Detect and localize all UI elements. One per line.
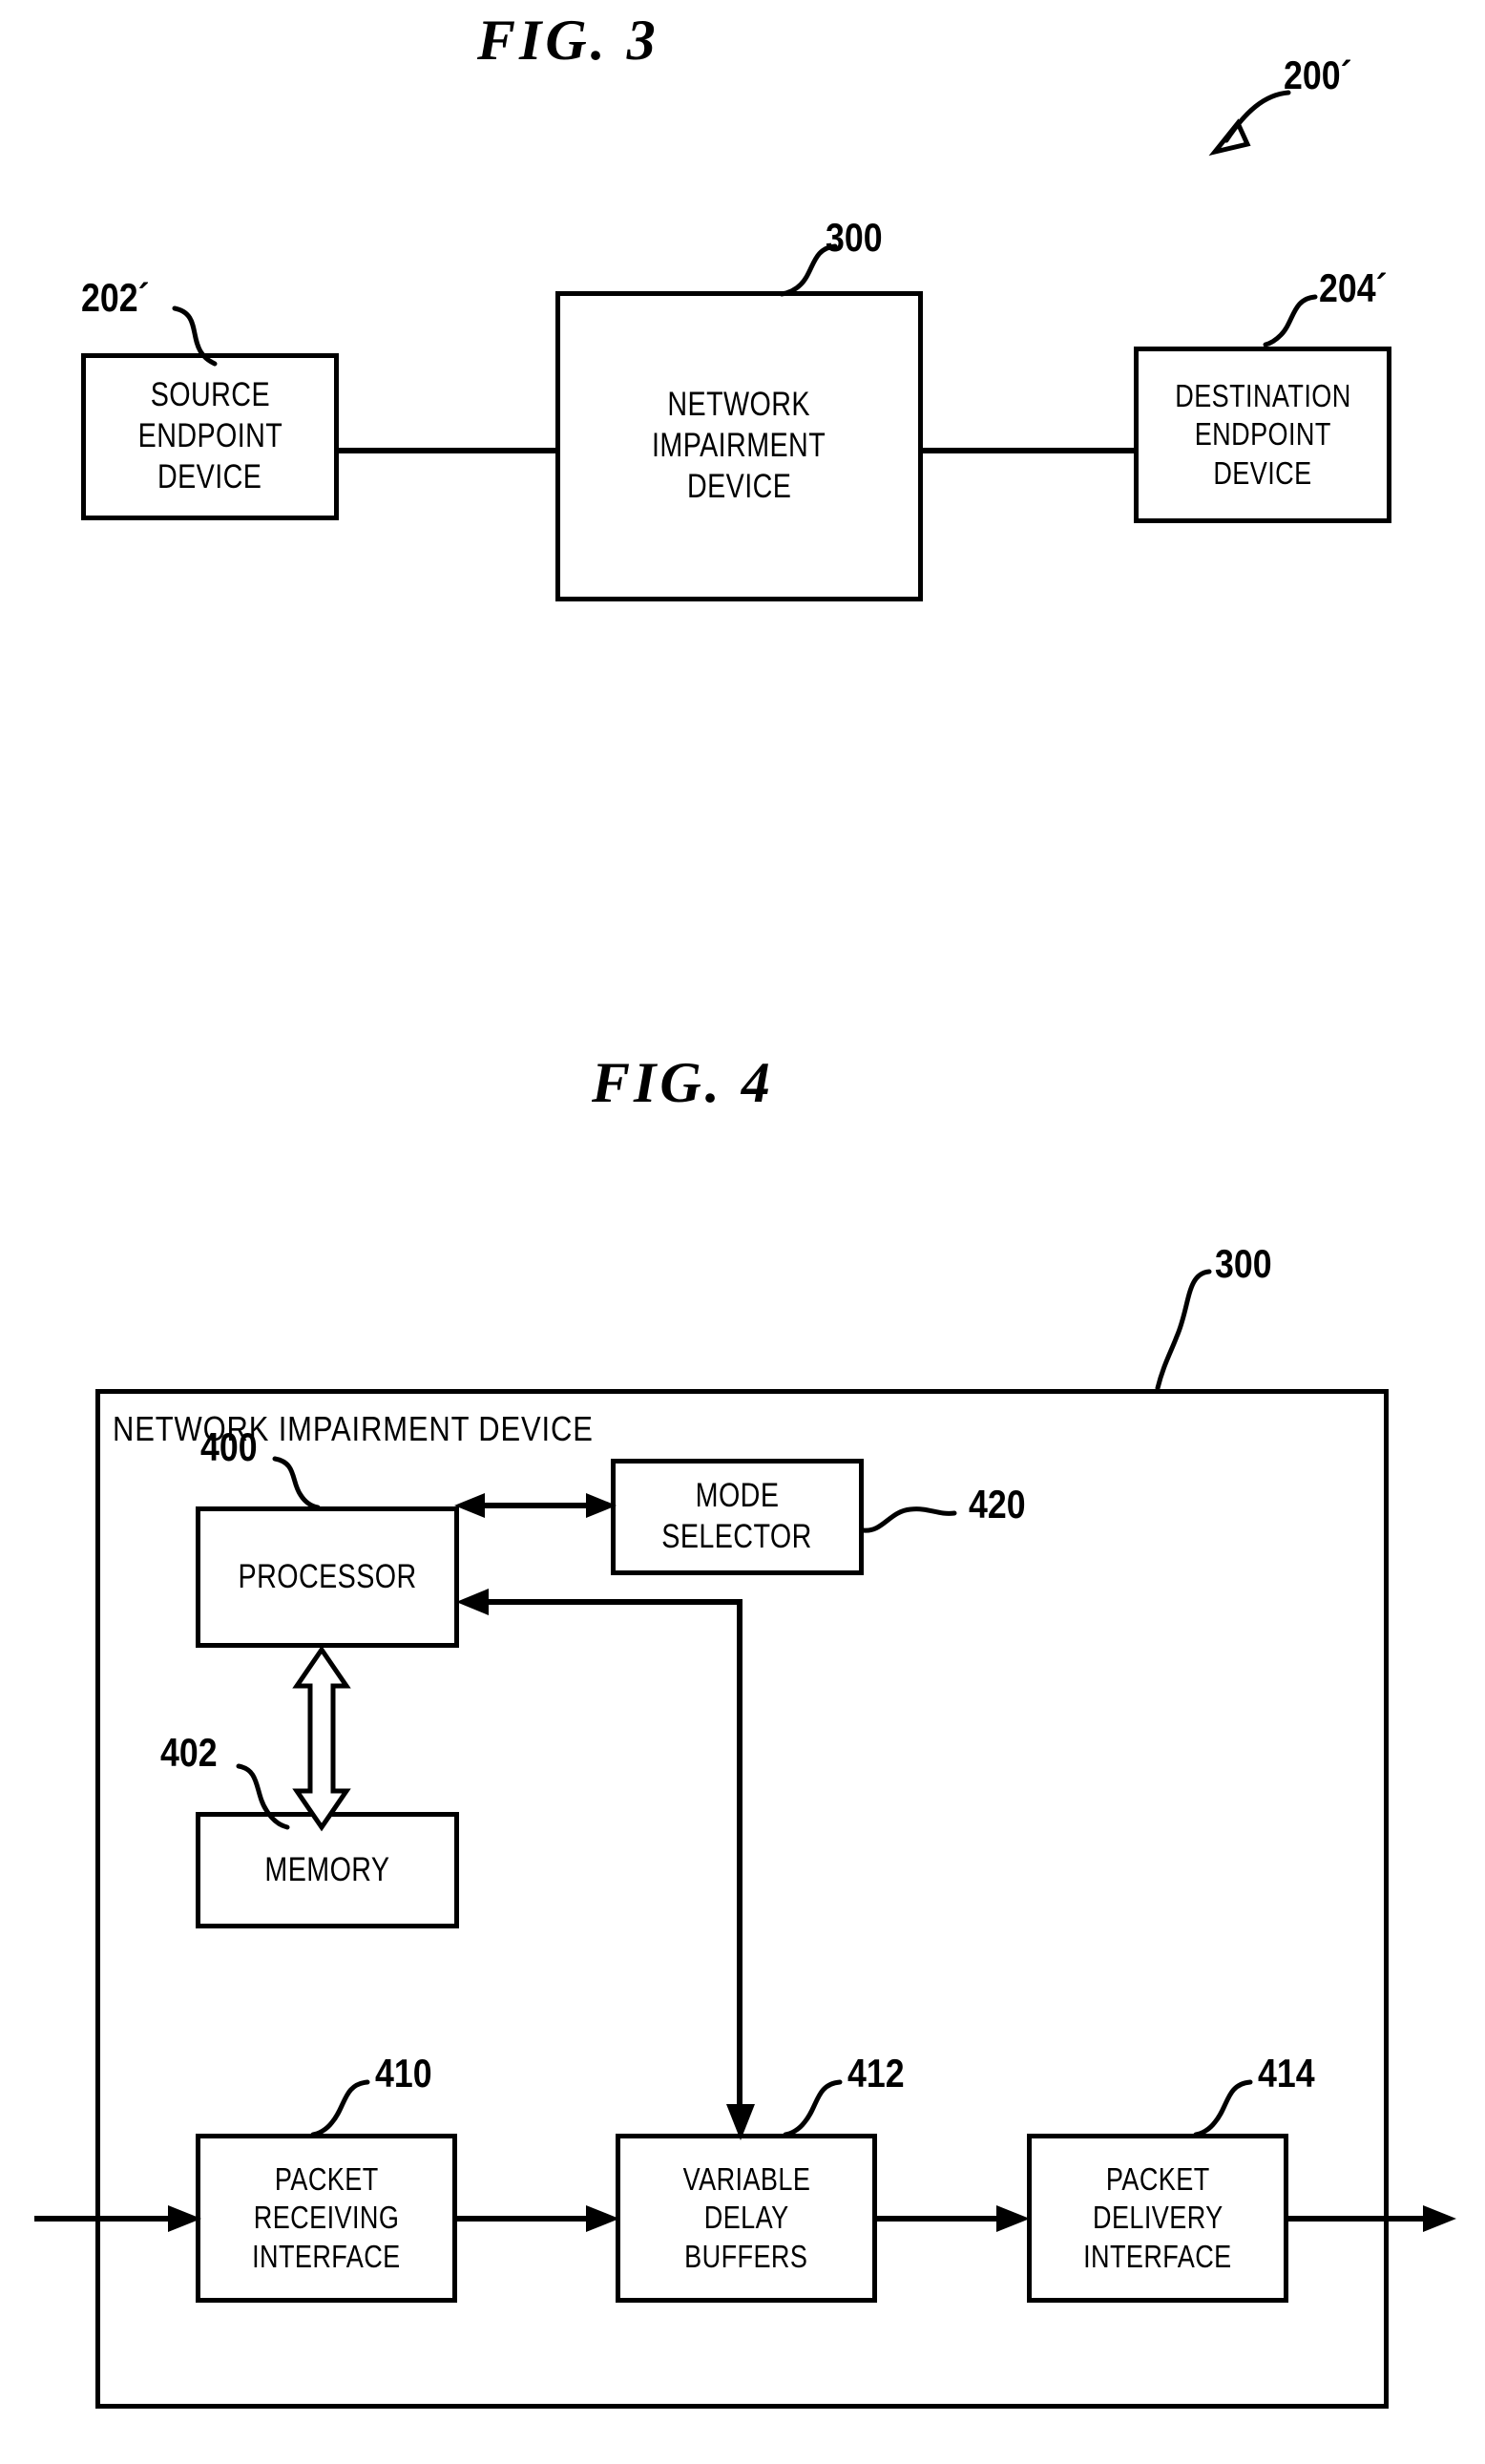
block-line: DEVICE: [1213, 454, 1312, 491]
leader-line-402: [236, 1763, 290, 1830]
block-source-endpoint-device[interactable]: SOURCE ENDPOINT DEVICE: [81, 353, 339, 520]
reference-numeral-300-fig3: 300: [826, 215, 883, 260]
leader-line-202-prime: [172, 305, 218, 367]
leader-line-414: [1193, 2079, 1253, 2138]
block-network-impairment-device[interactable]: NETWORK IMPAIRMENT DEVICE: [555, 291, 923, 601]
block-line: MODE: [695, 1477, 780, 1515]
reference-numeral-402: 402: [160, 1730, 218, 1775]
block-processor[interactable]: PROCESSOR: [196, 1506, 459, 1648]
reference-numeral-414: 414: [1258, 2051, 1315, 2095]
reference-numeral-300-fig4: 300: [1215, 1241, 1272, 1286]
block-line: VARIABLE: [682, 2161, 810, 2198]
block-line: NETWORK: [667, 386, 811, 424]
reference-numeral-410: 410: [375, 2051, 432, 2095]
connector-delivery-interface-to-external-output: [1286, 2205, 1456, 2232]
figure-4-title: FIG. 4: [592, 1051, 774, 1114]
block-line: PACKET: [274, 2161, 379, 2198]
block-line: ENDPOINT: [137, 417, 282, 455]
container-title-label: NETWORK IMPAIRMENT DEVICE: [113, 1409, 594, 1448]
connector-delay-buffers-to-processor: [456, 1589, 742, 2129]
block-line: IMPAIRMENT: [652, 427, 826, 465]
figure-3-title: FIG. 3: [477, 9, 659, 72]
block-destination-endpoint-device[interactable]: DESTINATION ENDPOINT DEVICE: [1134, 347, 1391, 523]
block-packet-delivery-interface[interactable]: PACKET DELIVERY INTERFACE: [1027, 2134, 1288, 2303]
reference-numeral-202-prime: 202´: [81, 275, 150, 320]
block-variable-delay-buffers[interactable]: VARIABLE DELAY BUFFERS: [616, 2134, 877, 2303]
reference-numeral-200-prime: 200´: [1284, 53, 1352, 97]
block-line: SOURCE: [150, 376, 270, 414]
reference-numeral-400: 400: [200, 1424, 258, 1469]
patent-drawing-sheet: FIG. 3 200´ 202´ SOURCE ENDPOINT DEVICE …: [0, 0, 1485, 2464]
block-line: PACKET: [1105, 2161, 1210, 2198]
leader-line-300-fig4: [1155, 1269, 1212, 1391]
block-line: DELAY: [703, 2200, 789, 2236]
block-line: DESTINATION: [1174, 378, 1351, 414]
block-line: RECEIVING: [253, 2200, 400, 2236]
leader-line-400: [272, 1456, 321, 1510]
connector-impairment-to-destination: [919, 448, 1137, 453]
leader-line-420: [861, 1506, 957, 1533]
connector-delay-buffers-to-delivery-interface: [875, 2205, 1030, 2232]
block-packet-receiving-interface[interactable]: PACKET RECEIVING INTERFACE: [196, 2134, 457, 2303]
block-line: DELIVERY: [1092, 2200, 1224, 2236]
block-line: MEMORY: [264, 1850, 390, 1888]
block-line: PROCESSOR: [238, 1557, 417, 1595]
block-line: INTERFACE: [1083, 2238, 1232, 2274]
leader-line-410: [310, 2079, 370, 2138]
connector-receiving-interface-to-delay-buffers: [455, 2205, 619, 2232]
block-mode-selector[interactable]: MODE SELECTOR: [611, 1459, 864, 1575]
connector-source-to-impairment: [336, 448, 559, 453]
reference-numeral-204-prime: 204´: [1319, 265, 1388, 310]
block-line: ENDPOINT: [1194, 416, 1331, 453]
connector-processor-mode-selector: [454, 1493, 617, 1518]
block-line: DEVICE: [157, 457, 262, 495]
block-line: DEVICE: [686, 467, 792, 505]
reference-numeral-412: 412: [847, 2051, 905, 2095]
arrowhead-into-delay-buffers: [726, 2104, 755, 2140]
block-line: SELECTOR: [661, 1518, 813, 1555]
leader-line-204-prime: [1263, 294, 1318, 347]
connector-external-input-to-receiving-interface: [34, 2205, 201, 2232]
block-line: INTERFACE: [252, 2238, 401, 2274]
leader-line-412: [783, 2079, 843, 2138]
block-line: BUFFERS: [684, 2238, 808, 2274]
reference-numeral-420: 420: [969, 1482, 1026, 1527]
